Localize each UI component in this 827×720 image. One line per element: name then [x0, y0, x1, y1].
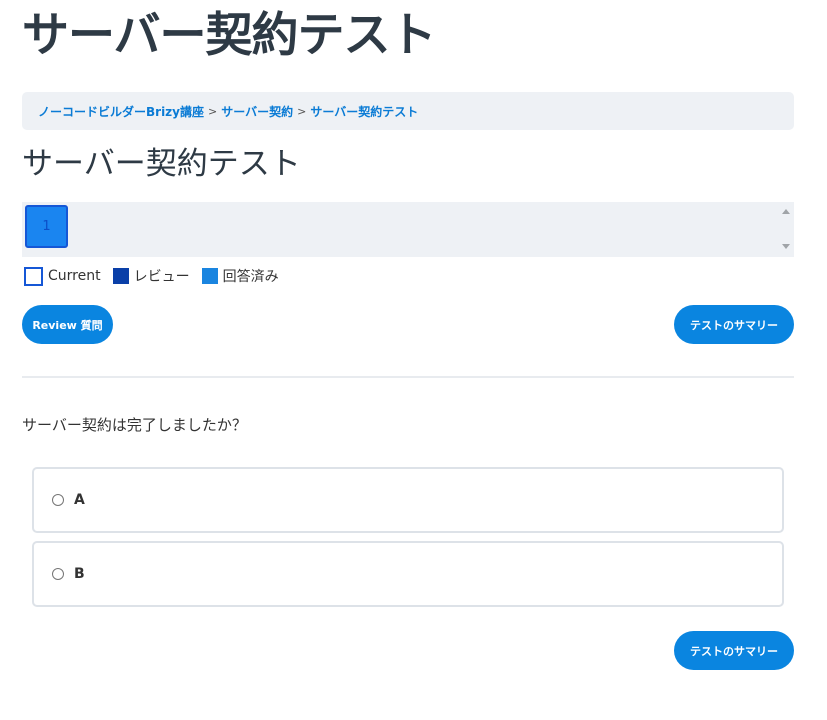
- quiz-title: サーバー契約テスト: [22, 146, 301, 182]
- question-number-button[interactable]: 1: [25, 205, 68, 248]
- breadcrumb-separator: >: [297, 104, 307, 118]
- legend-answered-label: 回答済み: [222, 269, 279, 285]
- radio-button[interactable]: [52, 494, 64, 506]
- current-swatch-icon: [24, 266, 43, 286]
- review-question-button[interactable]: Review 質問: [22, 305, 113, 344]
- answer-option-b[interactable]: B: [32, 541, 784, 607]
- divider: [22, 376, 794, 378]
- breadcrumb-link-course[interactable]: ノーコードビルダーBrizy講座: [38, 103, 204, 120]
- legend-item-current: Current: [24, 266, 101, 286]
- legend-current-label: Current: [48, 268, 101, 284]
- review-swatch-icon: [112, 268, 129, 284]
- radio-button[interactable]: [52, 568, 64, 580]
- answer-option-a[interactable]: A: [32, 467, 784, 533]
- scroll-up-arrow-icon[interactable]: [782, 209, 790, 214]
- question-text: サーバー契約は完了しましたか？: [22, 416, 247, 434]
- quiz-summary-button-bottom[interactable]: テストのサマリー: [674, 631, 794, 670]
- page-title: サーバー契約テスト: [22, 8, 437, 63]
- breadcrumb-separator: >: [208, 104, 218, 118]
- legend-review-label: レビュー: [133, 269, 190, 285]
- quiz-summary-button-top[interactable]: テストのサマリー: [674, 305, 794, 344]
- scroll-down-arrow-icon[interactable]: [782, 244, 790, 249]
- breadcrumb-link-lesson[interactable]: サーバー契約: [221, 103, 293, 120]
- breadcrumb-link-quiz[interactable]: サーバー契約テスト: [310, 103, 418, 120]
- question-legend: Current レビュー 回答済み: [24, 266, 291, 286]
- answer-option-label: A: [74, 492, 85, 508]
- legend-item-review: レビュー: [112, 266, 190, 286]
- legend-item-answered: 回答済み: [201, 266, 279, 286]
- question-navigator: 1: [22, 202, 794, 257]
- answer-option-label: B: [74, 566, 85, 582]
- answered-swatch-icon: [201, 268, 218, 284]
- breadcrumb: ノーコードビルダーBrizy講座 > サーバー契約 > サーバー契約テスト: [22, 92, 794, 130]
